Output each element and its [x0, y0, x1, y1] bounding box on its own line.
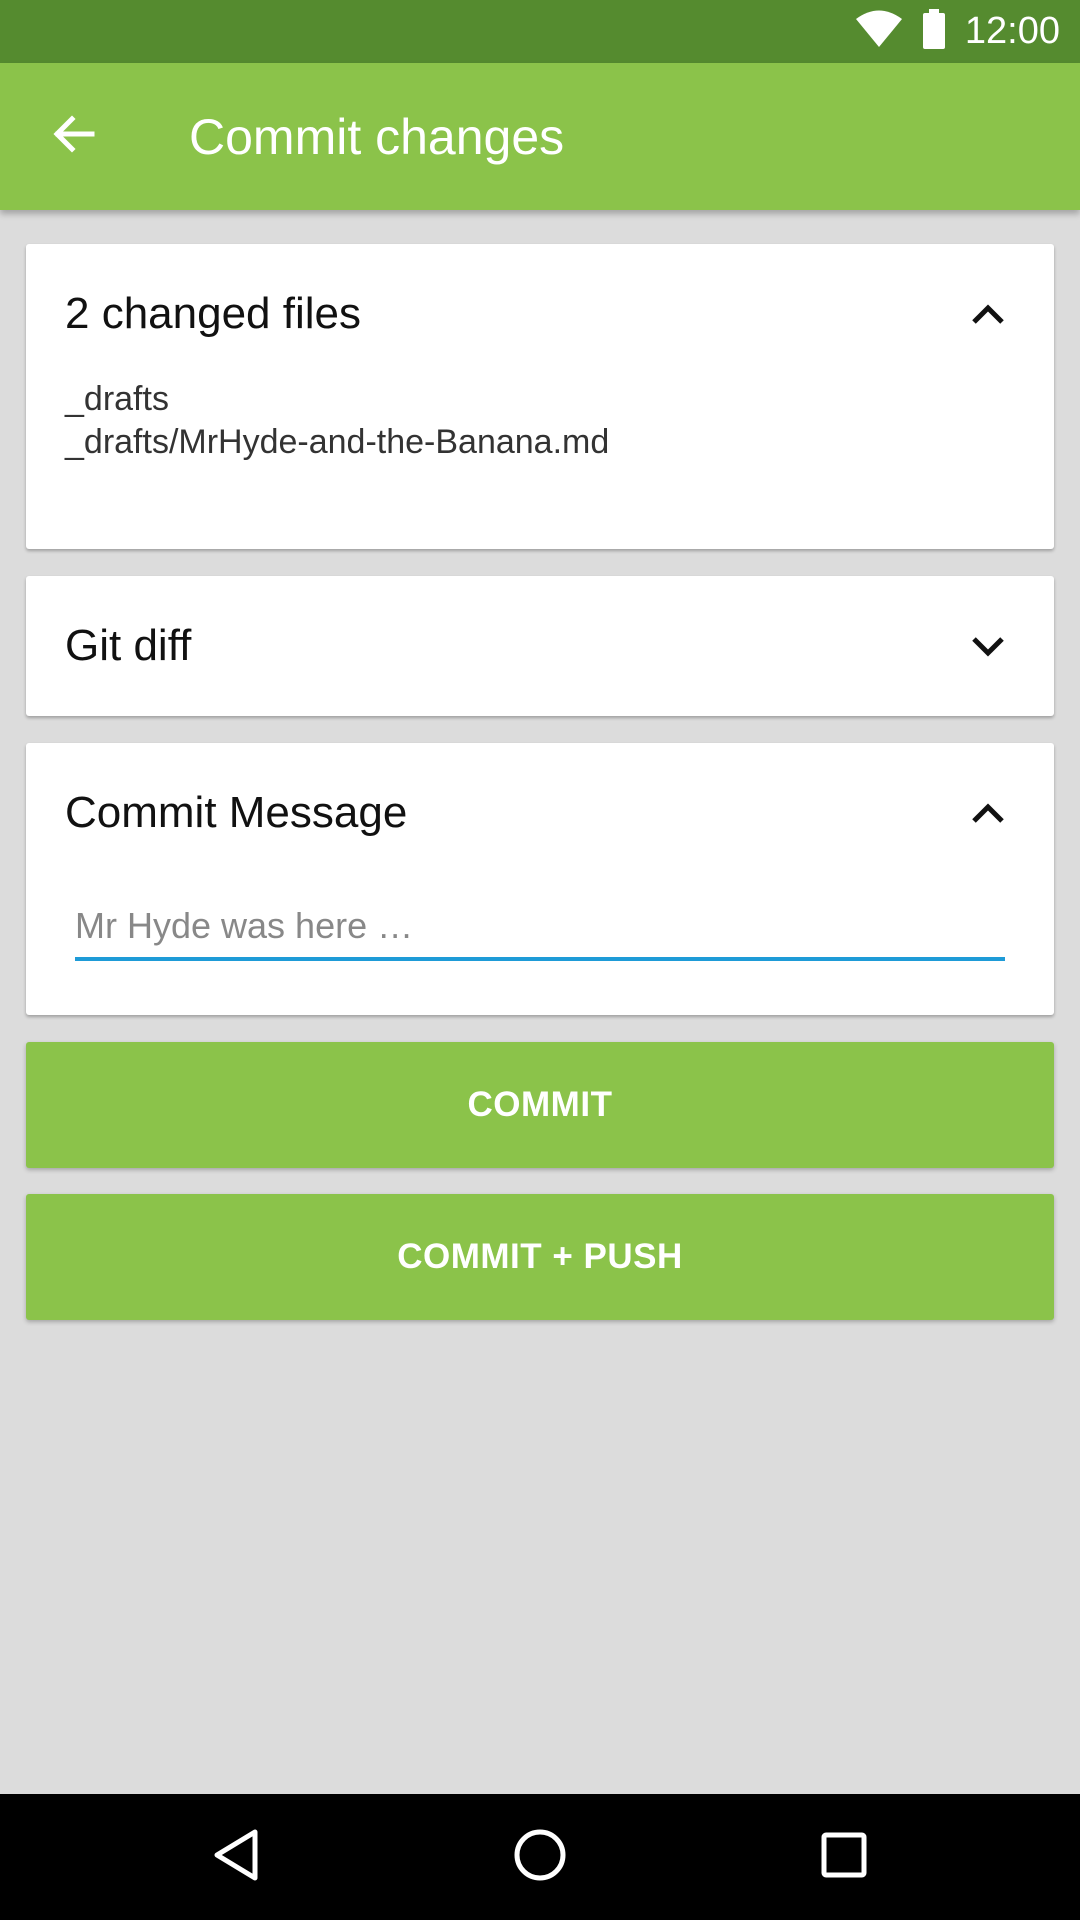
nav-back-button[interactable]: [204, 1825, 268, 1889]
wifi-icon: [855, 10, 903, 53]
commit-message-header[interactable]: Commit Message: [26, 743, 1054, 873]
git-diff-card[interactable]: Git diff: [26, 576, 1054, 716]
list-item: _drafts/MrHyde-and-the-Banana.md: [65, 423, 610, 461]
status-icons: 12:00: [855, 0, 1060, 63]
chevron-up-icon[interactable]: [966, 292, 1010, 336]
nav-recents-button[interactable]: [812, 1825, 876, 1889]
chevron-down-icon[interactable]: [966, 624, 1010, 668]
home-circle-icon: [512, 1827, 568, 1888]
changed-files-header[interactable]: 2 changed files: [26, 244, 1054, 374]
chevron-up-icon[interactable]: [966, 791, 1010, 835]
battery-icon: [921, 9, 947, 54]
commit-message-input[interactable]: [75, 901, 1005, 961]
commit-message-card: Commit Message: [26, 743, 1054, 1015]
back-button[interactable]: [38, 100, 110, 172]
list-item: _drafts: [65, 380, 169, 418]
changed-files-card: 2 changed files _drafts _drafts/MrHyde-a…: [26, 244, 1054, 549]
back-triangle-icon: [211, 1828, 261, 1887]
commit-message-title: Commit Message: [65, 788, 408, 837]
page-title: Commit changes: [189, 108, 565, 165]
status-time: 12:00: [964, 10, 1060, 52]
changed-files-title: 2 changed files: [65, 289, 361, 338]
recents-square-icon: [820, 1831, 868, 1884]
git-diff-title: Git diff: [65, 621, 192, 670]
navigation-bar: [0, 1794, 1080, 1920]
app-bar: Commit changes: [0, 63, 1080, 210]
nav-home-button[interactable]: [508, 1825, 572, 1889]
status-bar: 12:00: [0, 0, 1080, 63]
commit-button[interactable]: COMMIT: [26, 1042, 1054, 1168]
arrow-back-icon: [50, 110, 98, 163]
commit-push-button[interactable]: COMMIT + PUSH: [26, 1194, 1054, 1320]
changed-files-list: _drafts _drafts/MrHyde-and-the-Banana.md: [65, 378, 609, 464]
